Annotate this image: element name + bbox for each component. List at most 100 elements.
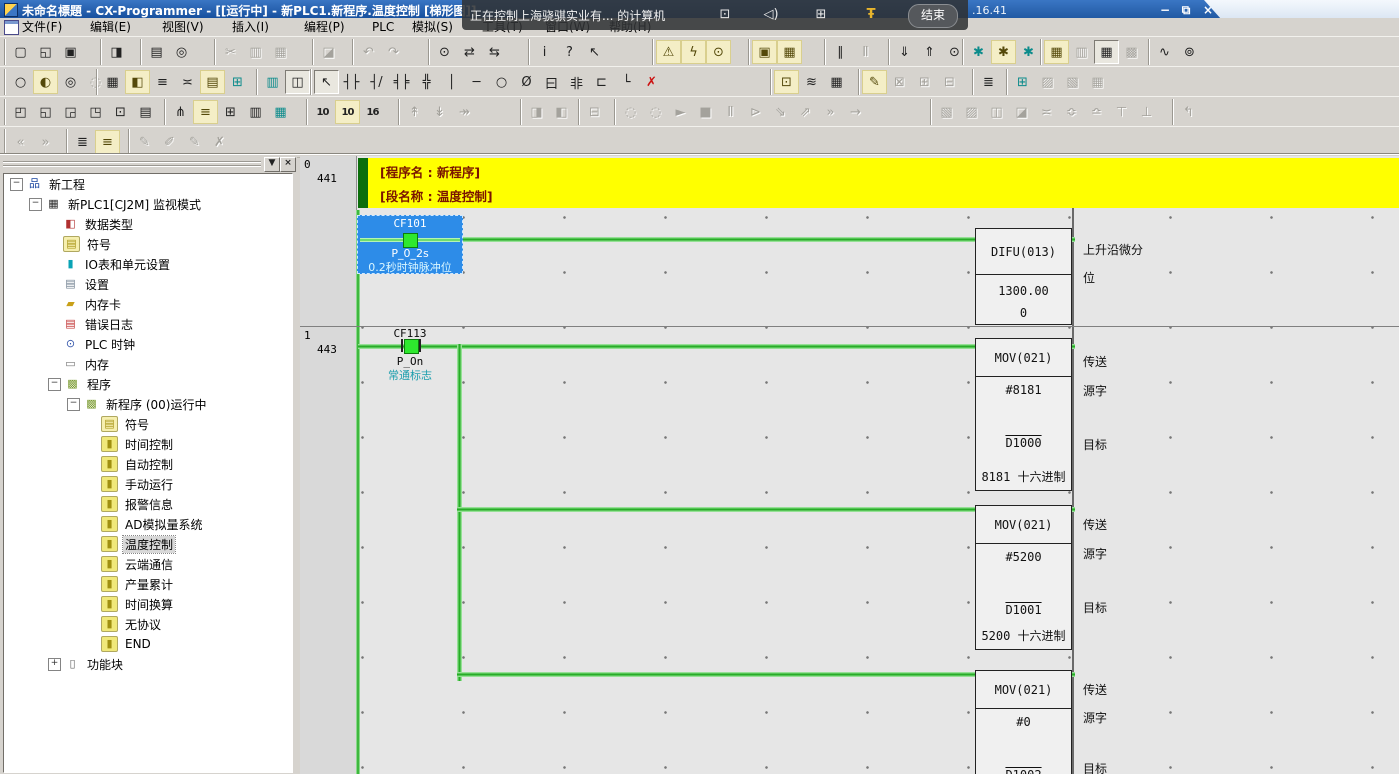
function-block-invoke-icon[interactable]: ⊏ [589, 70, 614, 94]
find-icon[interactable]: ⊙ [432, 40, 457, 64]
toolbox-icon[interactable]: ⋔ [168, 100, 193, 124]
or-contact-nc-icon[interactable]: ╬ [414, 70, 439, 94]
tree-item-section-auto-control[interactable]: ▮自动控制 [4, 454, 292, 474]
instruction-mov-1[interactable]: MOV(021) #8181 D1000 8181 十六进制 [975, 338, 1072, 491]
monitor-window-icon[interactable]: ▦ [1094, 40, 1119, 64]
jump-label-icon[interactable]: └ [614, 70, 639, 94]
tree-item-section-time-conversion[interactable]: ▮时间换算 [4, 594, 292, 614]
diagram-window-icon[interactable]: ◲ [58, 100, 83, 124]
tree-item-plc-device[interactable]: −▦新PLC1[CJ2M] 监视模式 [4, 194, 292, 214]
instruction-box-icon[interactable]: 曰 [539, 70, 564, 94]
tree-expander[interactable]: − [10, 178, 23, 191]
menu-item-simulation[interactable]: 模拟(S) [412, 19, 453, 35]
vertical-line-icon[interactable]: │ [439, 70, 464, 94]
zoom-select-icon[interactable]: ◐ [33, 70, 58, 94]
save-icon[interactable]: ▣ [58, 40, 83, 64]
replace-all-icon[interactable]: ⇆ [482, 40, 507, 64]
find-warning-icon[interactable]: ⊙ [706, 40, 731, 64]
speaker-icon[interactable]: ◁) [758, 5, 784, 25]
instruction-mov-2[interactable]: MOV(021) #5200 D1001 5200 十六进制 [975, 505, 1072, 650]
tree-item-section-ad-analog[interactable]: ▮AD模拟量系统 [4, 514, 292, 534]
horizontal-line-icon[interactable]: ─ [464, 70, 489, 94]
tree-item-function-blocks[interactable]: +▯功能块 [4, 654, 292, 674]
tree-item-section-manual-run[interactable]: ▮手动运行 [4, 474, 292, 494]
online-edit-icon[interactable]: ✎ [862, 70, 887, 94]
open-file-icon[interactable]: ◱ [33, 40, 58, 64]
coil-icon[interactable]: ○ [489, 70, 514, 94]
menu-item-view[interactable]: 视图(V) [162, 19, 204, 35]
coil-nc-icon[interactable]: Ø [514, 70, 539, 94]
properties-icon[interactable]: ▤ [133, 100, 158, 124]
fb-monitor-icon[interactable]: ⊞ [1010, 70, 1035, 94]
section-list-icon[interactable]: ≡ [193, 100, 218, 124]
menu-item-edit[interactable]: 编辑(E) [90, 19, 131, 35]
print-icon[interactable]: ▤ [144, 40, 169, 64]
tree-item-section-no-protocol[interactable]: ▮无协议 [4, 614, 292, 634]
tree-item-program-symbols[interactable]: ▤符号 [4, 414, 292, 434]
io-comment-view-icon[interactable]: ▦ [268, 100, 293, 124]
tree-expander[interactable]: + [48, 658, 61, 671]
lock-ui-icon[interactable]: ⊚ [1177, 40, 1202, 64]
display-decimal-icon[interactable]: 10 [310, 100, 335, 124]
panel-close-button[interactable]: × [280, 157, 296, 172]
tree-item-error-log[interactable]: ▤错误日志 [4, 314, 292, 334]
online-edit-check-icon[interactable]: ▦ [777, 40, 802, 64]
calendar-set-icon[interactable]: ▦ [824, 70, 849, 94]
tree-item-section-time-control[interactable]: ▮时间控制 [4, 434, 292, 454]
tree-item-plc-clock[interactable]: ⊙PLC 时钟 [4, 334, 292, 354]
contact-no-icon[interactable]: ┤├ [339, 70, 364, 94]
instruction-mov-3[interactable]: MOV(021) #0 D1002 [975, 670, 1072, 774]
run-mode-icon[interactable]: ✱ [1016, 40, 1041, 64]
menu-item-program[interactable]: 编程(P) [304, 19, 345, 35]
new-window-icon[interactable]: ◰ [8, 100, 33, 124]
tree-item-memory[interactable]: ▭内存 [4, 354, 292, 374]
hex-monitor-icon[interactable]: ≍ [175, 70, 200, 94]
tree-item-programs[interactable]: −▩程序 [4, 374, 292, 394]
panel-grip[interactable] [3, 159, 261, 169]
new-document-icon[interactable]: ▢ [8, 40, 33, 64]
window-toolbar-icon[interactable]: ⊞ [808, 5, 834, 25]
select-tool-icon[interactable]: ↖ [314, 70, 339, 94]
ladder-editor[interactable]: 0 441 1 443 [程序名 : 新程序] [段名称 : 温度控制] CF1… [300, 156, 1399, 774]
context-help-icon[interactable]: ↖ [582, 40, 607, 64]
differential-monitor-icon[interactable]: ∿ [1152, 40, 1177, 64]
display-hex-icon[interactable]: 16 [360, 100, 385, 124]
compile-program-icon[interactable]: ⚠ [656, 40, 681, 64]
panel-dropdown-button[interactable]: ▼ [264, 157, 280, 172]
contact-nc-icon[interactable]: ┤/ [364, 70, 389, 94]
menu-item-plc[interactable]: PLC [372, 19, 394, 35]
io-table-shortcut-icon[interactable]: ▥ [260, 70, 285, 94]
end-remote-button[interactable]: 结束 [908, 4, 958, 28]
or-contact-no-icon[interactable]: ╡╞ [389, 70, 414, 94]
transfer-check-icon[interactable]: ▣ [752, 40, 777, 64]
hierarchy-list-icon[interactable]: ≣ [70, 130, 95, 154]
tree-item-section-temperature-control[interactable]: ▮温度控制 [4, 534, 292, 554]
minimize-button[interactable]: − [1156, 3, 1174, 18]
tree-item-section-alarm-info[interactable]: ▮报警信息 [4, 494, 292, 514]
delete-tool-icon[interactable]: ✗ [639, 70, 664, 94]
program-view-icon[interactable]: ⊞ [218, 100, 243, 124]
replace-icon[interactable]: ⇄ [457, 40, 482, 64]
tree-item-io-table[interactable]: ▮IO表和单元设置 [4, 254, 292, 274]
tree-item-settings[interactable]: ▤设置 [4, 274, 292, 294]
download-to-plc-icon[interactable]: ⇓ [892, 40, 917, 64]
tree-item-section-production-count[interactable]: ▮产量累计 [4, 574, 292, 594]
pin-icon[interactable]: Ŧ [858, 5, 884, 25]
io-refresh-icon[interactable]: ⊡ [774, 70, 799, 94]
overview-icon[interactable]: ◧ [125, 70, 150, 94]
print-preview-icon[interactable]: ◎ [169, 40, 194, 64]
mnemonics-window-icon[interactable]: ◳ [83, 100, 108, 124]
tree-item-new-program[interactable]: −▩新程序 (00)运行中 [4, 394, 292, 414]
menu-item-insert[interactable]: 插入(I) [232, 19, 269, 35]
menu-item-file[interactable]: 文件(F) [22, 19, 62, 35]
rung-list-icon[interactable]: ≡ [150, 70, 175, 94]
zoom-in-icon[interactable]: ◎ [58, 70, 83, 94]
tree-item-memory-card[interactable]: ▰内存卡 [4, 294, 292, 314]
monitor-mode-icon[interactable]: ✱ [991, 40, 1016, 64]
watch-sheet-icon[interactable]: ⊡ [108, 100, 133, 124]
tree-item-section-end[interactable]: ▮END [4, 634, 292, 654]
stack-view-icon[interactable]: ≋ [799, 70, 824, 94]
symbols-window-icon[interactable]: ◱ [33, 100, 58, 124]
function-block-library-icon[interactable]: ≣ [976, 70, 1001, 94]
search-report-icon[interactable]: ◨ [104, 40, 129, 64]
